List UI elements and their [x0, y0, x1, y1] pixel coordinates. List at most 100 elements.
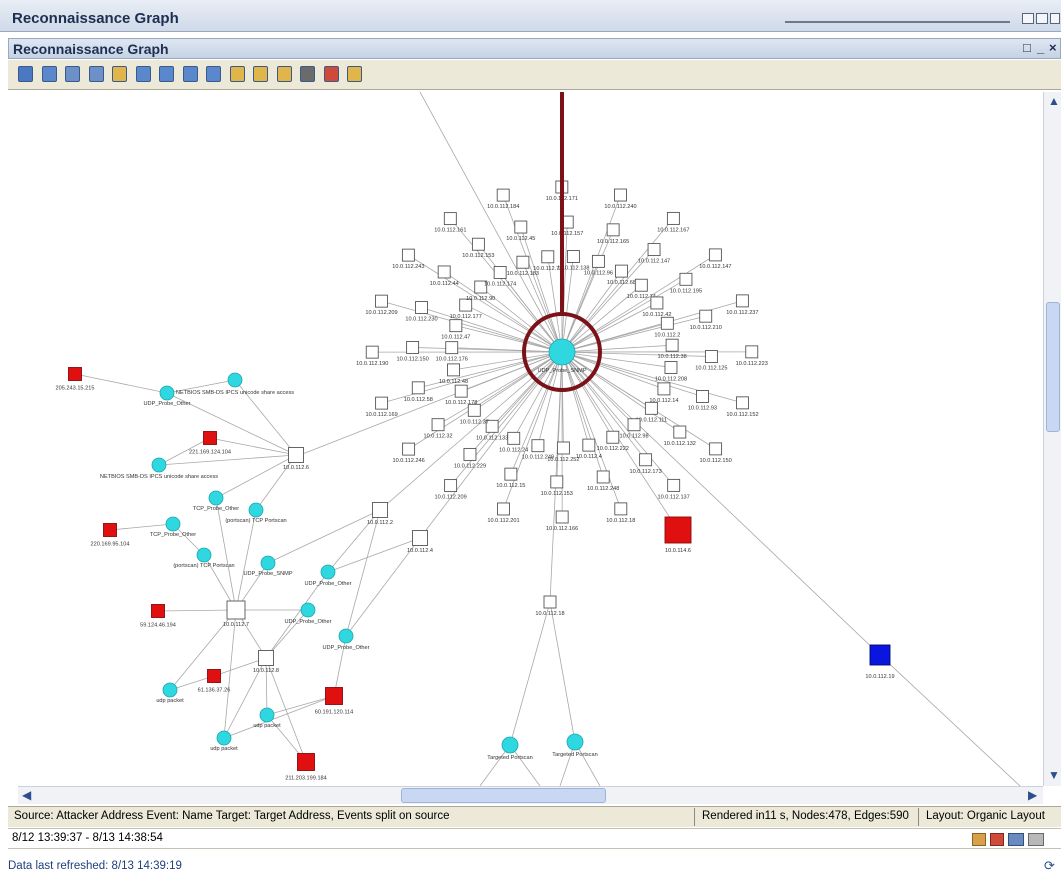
blue-host-node[interactable]: [869, 644, 891, 666]
target-node[interactable]: [699, 309, 713, 323]
target-node[interactable]: [463, 447, 477, 461]
host-node[interactable]: [226, 600, 246, 620]
maximize-icon[interactable]: [1036, 13, 1048, 24]
target-node[interactable]: [606, 223, 620, 237]
target-node[interactable]: [644, 401, 658, 415]
target-node[interactable]: [514, 220, 528, 234]
target-node[interactable]: [639, 453, 653, 467]
fit-to-window-icon[interactable]: [112, 66, 127, 82]
target-node[interactable]: [402, 442, 416, 456]
event-node[interactable]: [208, 490, 224, 506]
target-node[interactable]: [445, 341, 459, 355]
image-icon[interactable]: [253, 66, 268, 82]
help-icon[interactable]: [347, 66, 362, 82]
minimize-icon[interactable]: [1022, 13, 1034, 24]
refresh-icon[interactable]: ⟳: [1044, 858, 1055, 874]
event-node[interactable]: [501, 736, 519, 754]
event-node[interactable]: [260, 555, 276, 571]
target-node[interactable]: [665, 338, 679, 352]
event-node[interactable]: [162, 682, 178, 698]
target-node[interactable]: [664, 361, 678, 374]
title-slider[interactable]: [785, 21, 1010, 23]
event-node[interactable]: [227, 372, 243, 388]
print-icon[interactable]: [300, 66, 315, 82]
target-node[interactable]: [493, 266, 507, 279]
event-node[interactable]: [159, 385, 175, 401]
target-node[interactable]: [556, 441, 570, 455]
scroll-left-icon[interactable]: ◀: [22, 788, 31, 802]
attacker-node[interactable]: [207, 669, 221, 683]
event-node[interactable]: [165, 516, 181, 532]
target-node[interactable]: [704, 350, 718, 363]
target-node[interactable]: [650, 296, 664, 310]
target-node[interactable]: [647, 243, 661, 257]
target-node[interactable]: [660, 316, 674, 330]
attacker-node[interactable]: [297, 753, 315, 771]
view-close-icon[interactable]: ×: [1049, 40, 1057, 55]
target-node[interactable]: [531, 439, 545, 453]
target-node[interactable]: [708, 248, 722, 262]
target-node[interactable]: [496, 188, 510, 202]
target-node[interactable]: [606, 430, 620, 444]
target-node[interactable]: [679, 272, 693, 286]
stop-icon[interactable]: [323, 66, 339, 82]
host-node[interactable]: [372, 502, 388, 518]
target-node[interactable]: [541, 250, 555, 264]
reconnaissance-graph[interactable]: 10.0.112.16110.0.112.18410.0.112.17110.0…: [18, 92, 1043, 786]
graph-canvas[interactable]: 10.0.112.16110.0.112.18410.0.112.17110.0…: [18, 92, 1043, 786]
target-node[interactable]: [375, 294, 388, 308]
target-node[interactable]: [745, 345, 759, 359]
event-node[interactable]: [259, 707, 275, 723]
grid-layout-icon[interactable]: [206, 66, 221, 82]
host-node[interactable]: [258, 650, 274, 666]
attacker-node[interactable]: [151, 604, 165, 618]
attacker-node[interactable]: [325, 687, 343, 705]
target-node[interactable]: [666, 211, 680, 225]
scroll-up-icon[interactable]: ▲: [1048, 94, 1060, 108]
target-node[interactable]: [375, 396, 389, 410]
target-node[interactable]: [449, 319, 463, 333]
select-icon[interactable]: [18, 66, 33, 82]
event-node[interactable]: [196, 547, 212, 563]
target-node[interactable]: [627, 418, 641, 432]
target-node[interactable]: [657, 382, 671, 396]
attacker-node[interactable]: [664, 516, 692, 544]
attacker-node[interactable]: [68, 367, 82, 381]
grid-icon[interactable]: [1028, 833, 1044, 846]
target-node[interactable]: [566, 250, 580, 263]
chart-icon[interactable]: [1008, 833, 1024, 846]
view-minimize-icon[interactable]: _: [1037, 40, 1044, 55]
target-node[interactable]: [504, 467, 518, 481]
hierarchic-layout-icon[interactable]: [135, 66, 151, 82]
scroll-down-icon[interactable]: ▼: [1048, 768, 1060, 782]
target-node[interactable]: [507, 431, 521, 445]
target-node[interactable]: [614, 188, 627, 202]
target-node[interactable]: [447, 363, 460, 377]
scroll-right-icon[interactable]: ▶: [1028, 788, 1037, 802]
zoom-out-icon[interactable]: [88, 66, 104, 82]
vertical-scrollbar[interactable]: ▲ ▼: [1043, 92, 1061, 786]
circular-layout-icon[interactable]: [182, 66, 198, 82]
target-node[interactable]: [443, 212, 457, 226]
target-node[interactable]: [615, 264, 628, 278]
target-node[interactable]: [614, 502, 628, 516]
horizontal-scrollbar[interactable]: ◀ ▶: [18, 786, 1043, 804]
target-node[interactable]: [437, 265, 451, 279]
properties-icon[interactable]: [276, 66, 292, 82]
restore-icon[interactable]: [1050, 13, 1060, 24]
record-icon[interactable]: [990, 833, 1004, 846]
target-node[interactable]: [471, 237, 485, 251]
target-node[interactable]: [555, 510, 569, 524]
event-node[interactable]: [566, 733, 584, 751]
target-node[interactable]: [431, 418, 445, 432]
hub-event-node[interactable]: [548, 338, 576, 366]
view-restore-icon[interactable]: □: [1023, 40, 1031, 55]
target-node[interactable]: [696, 390, 709, 403]
attacker-node[interactable]: [103, 523, 117, 537]
event-node[interactable]: [248, 502, 264, 518]
target-node[interactable]: [454, 384, 468, 398]
attacker-node[interactable]: [203, 431, 217, 445]
target-node[interactable]: [673, 425, 687, 439]
snapshot-icon[interactable]: [972, 833, 986, 846]
target-node[interactable]: [667, 478, 681, 492]
